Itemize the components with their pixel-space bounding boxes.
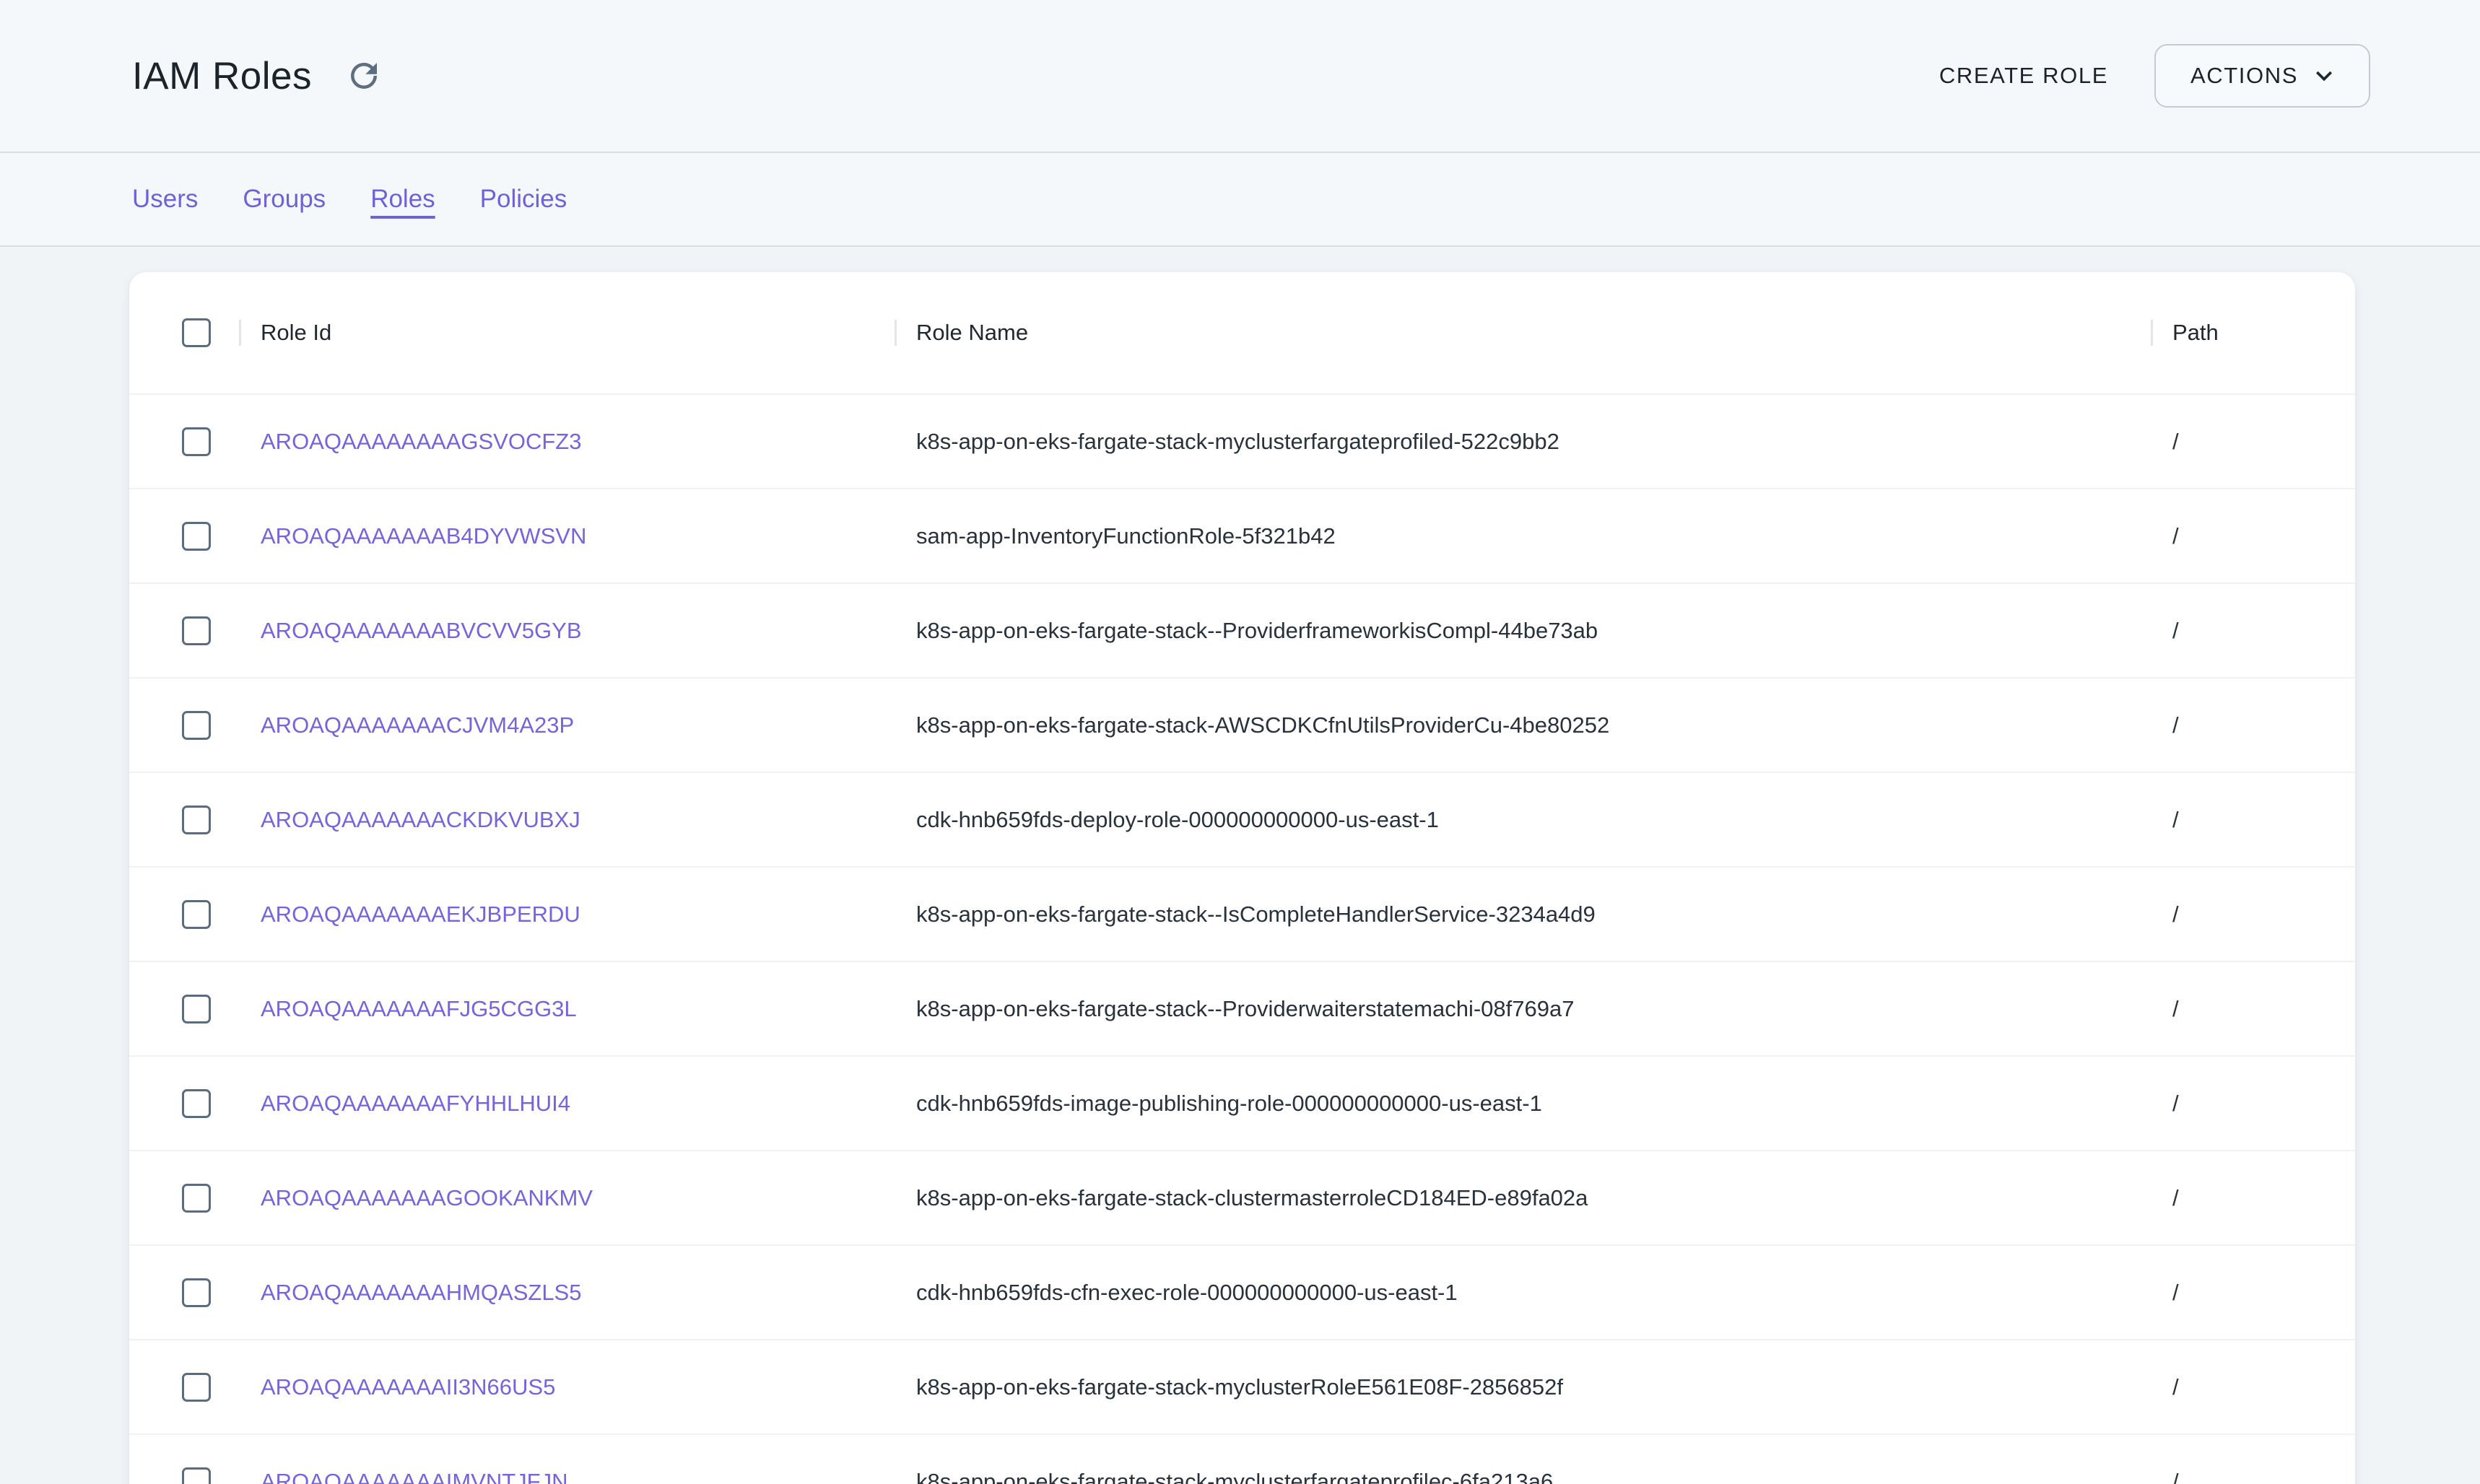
column-header-role-id: Role Id (239, 320, 895, 346)
role-path-cell: / (2151, 1280, 2355, 1306)
role-id-link[interactable]: AROAQAAAAAAAAGSVOCFZ3 (261, 429, 581, 454)
role-id-link[interactable]: AROAQAAAAAAAFYHHLHUI4 (261, 1091, 570, 1116)
role-id-link[interactable]: AROAQAAAAAAABVCVV5GYB (261, 618, 582, 643)
role-path-cell: / (2151, 1091, 2355, 1117)
table-body: AROAQAAAAAAAAGSVOCFZ3 k8s-app-on-eks-far… (129, 393, 2355, 1484)
row-checkbox[interactable] (182, 900, 211, 929)
role-id-link[interactable]: AROAQAAAAAAAEKJBPERDU (261, 902, 580, 927)
table-row: AROAQAAAAAAACKDKVUBXJ cdk-hnb659fds-depl… (129, 772, 2355, 866)
table-row: AROAQAAAAAAAEKJBPERDU k8s-app-on-eks-far… (129, 866, 2355, 961)
role-path-cell: / (2151, 1185, 2355, 1211)
role-id-link[interactable]: AROAQAAAAAAAIMVNTJFJN (261, 1469, 567, 1484)
iam-tab-bar: Users Groups Roles Policies (0, 152, 2480, 247)
row-checkbox[interactable] (182, 711, 211, 740)
row-checkbox[interactable] (182, 1467, 211, 1484)
table-header-row: Role Id Role Name Path (129, 272, 2355, 393)
role-path-cell: / (2151, 523, 2355, 549)
role-name-cell: k8s-app-on-eks-fargate-stack-myclusterfa… (895, 1469, 2151, 1484)
role-name-cell: sam-app-InventoryFunctionRole-5f321b42 (895, 523, 2151, 549)
refresh-icon (344, 56, 383, 95)
role-name-cell: k8s-app-on-eks-fargate-stack-clustermast… (895, 1185, 2151, 1211)
role-path-cell: / (2151, 996, 2355, 1022)
column-header-path: Path (2151, 320, 2355, 346)
role-id-link[interactable]: AROAQAAAAAAACKDKVUBXJ (261, 807, 580, 832)
table-row: AROAQAAAAAAAFJG5CGG3L k8s-app-on-eks-far… (129, 961, 2355, 1055)
roles-table-card: Role Id Role Name Path AROAQAAAAAAAAGSVO… (129, 272, 2355, 1484)
row-checkbox[interactable] (182, 806, 211, 834)
table-row: AROAQAAAAAAAHMQASZLS5 cdk-hnb659fds-cfn-… (129, 1244, 2355, 1339)
table-row: AROAQAAAAAAAIMVNTJFJN k8s-app-on-eks-far… (129, 1433, 2355, 1484)
row-checkbox[interactable] (182, 1278, 211, 1307)
row-checkbox[interactable] (182, 427, 211, 456)
table-row: AROAQAAAAAAAAGSVOCFZ3 k8s-app-on-eks-far… (129, 393, 2355, 488)
chevron-down-icon (2308, 60, 2340, 92)
row-checkbox[interactable] (182, 1089, 211, 1118)
refresh-button[interactable] (342, 54, 386, 97)
role-name-cell: cdk-hnb659fds-image-publishing-role-0000… (895, 1091, 2151, 1117)
table-row: AROAQAAAAAAAFYHHLHUI4 cdk-hnb659fds-imag… (129, 1055, 2355, 1150)
role-name-cell: k8s-app-on-eks-fargate-stack-myclusterfa… (895, 429, 2151, 455)
role-id-link[interactable]: AROAQAAAAAAACJVM4A23P (261, 712, 574, 738)
page-header: IAM Roles CREATE ROLE ACTIONS (0, 0, 2480, 152)
table-row: AROAQAAAAAAABVCVV5GYB k8s-app-on-eks-far… (129, 582, 2355, 677)
page-title: IAM Roles (132, 54, 312, 98)
actions-button-label: ACTIONS (2190, 63, 2298, 89)
table-row: AROAQAAAAAAACJVM4A23P k8s-app-on-eks-far… (129, 677, 2355, 772)
role-name-cell: k8s-app-on-eks-fargate-stack--Providerwa… (895, 996, 2151, 1022)
role-path-cell: / (2151, 1469, 2355, 1484)
role-path-cell: / (2151, 712, 2355, 738)
row-checkbox[interactable] (182, 616, 211, 645)
table-row: AROAQAAAAAAAGOOKANKMV k8s-app-on-eks-far… (129, 1150, 2355, 1244)
row-checkbox[interactable] (182, 1373, 211, 1402)
role-name-cell: k8s-app-on-eks-fargate-stack--IsComplete… (895, 902, 2151, 928)
column-header-role-name: Role Name (895, 320, 2151, 346)
role-id-link[interactable]: AROAQAAAAAAAHMQASZLS5 (261, 1280, 581, 1305)
tab-policies[interactable]: Policies (480, 185, 567, 214)
tab-roles[interactable]: Roles (370, 185, 435, 214)
role-name-cell: cdk-hnb659fds-cfn-exec-role-000000000000… (895, 1280, 2151, 1306)
row-checkbox[interactable] (182, 995, 211, 1023)
role-name-cell: cdk-hnb659fds-deploy-role-000000000000-u… (895, 807, 2151, 833)
tab-groups[interactable]: Groups (243, 185, 326, 214)
role-name-cell: k8s-app-on-eks-fargate-stack--Providerfr… (895, 618, 2151, 644)
actions-button[interactable]: ACTIONS (2154, 44, 2370, 108)
select-all-checkbox[interactable] (182, 318, 211, 347)
row-checkbox[interactable] (182, 522, 211, 551)
role-name-cell: k8s-app-on-eks-fargate-stack-AWSCDKCfnUt… (895, 712, 2151, 738)
role-id-link[interactable]: AROAQAAAAAAAII3N66US5 (261, 1374, 555, 1400)
role-id-link[interactable]: AROAQAAAAAAAB4DYVWSVN (261, 523, 586, 549)
role-path-cell: / (2151, 618, 2355, 644)
create-role-button[interactable]: CREATE ROLE (1919, 48, 2128, 103)
tab-users[interactable]: Users (132, 185, 198, 214)
role-path-cell: / (2151, 1374, 2355, 1400)
role-id-link[interactable]: AROAQAAAAAAAFJG5CGG3L (261, 996, 577, 1021)
role-path-cell: / (2151, 807, 2355, 833)
content-area: Role Id Role Name Path AROAQAAAAAAAAGSVO… (0, 247, 2480, 1484)
table-row: AROAQAAAAAAAII3N66US5 k8s-app-on-eks-far… (129, 1339, 2355, 1433)
role-path-cell: / (2151, 429, 2355, 455)
role-name-cell: k8s-app-on-eks-fargate-stack-myclusterRo… (895, 1374, 2151, 1400)
table-row: AROAQAAAAAAAB4DYVWSVN sam-app-InventoryF… (129, 488, 2355, 582)
role-id-link[interactable]: AROAQAAAAAAAGOOKANKMV (261, 1185, 593, 1210)
role-path-cell: / (2151, 902, 2355, 928)
row-checkbox[interactable] (182, 1184, 211, 1213)
